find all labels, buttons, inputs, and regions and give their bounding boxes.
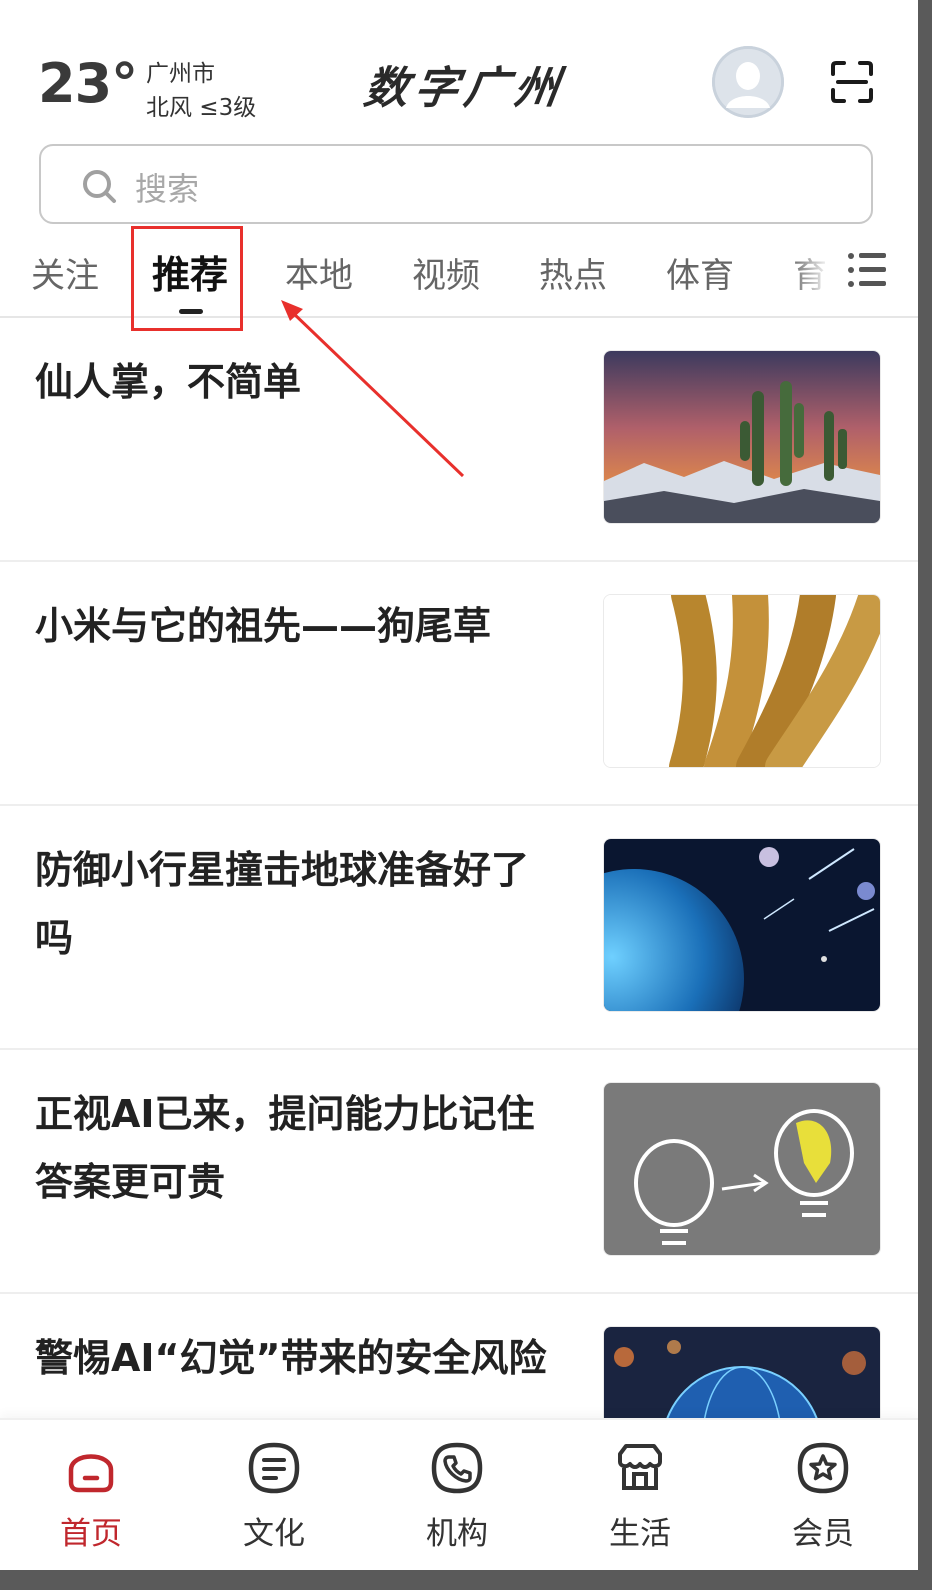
weather-city: 广州市 (146, 61, 215, 87)
weather-temperature: 23° (38, 52, 138, 115)
scan-icon[interactable] (830, 60, 874, 104)
tab-video[interactable]: 视频 (412, 248, 480, 297)
millet-photo (603, 594, 881, 768)
nav-label: 首页 (60, 1516, 122, 1552)
star-icon (797, 1442, 849, 1494)
nav-culture[interactable]: 文化 (214, 1440, 334, 1553)
tab-hot[interactable]: 热点 (539, 248, 607, 297)
app-screen: 23° 广州市 北风 ≤3级 数字广州 搜索 关注 推荐 本地 视频 热点 体育… (0, 0, 918, 1570)
news-title: 正视AI已来，提问能力比记住答案更可贵 (35, 1092, 535, 1204)
search-box[interactable]: 搜索 (39, 144, 873, 224)
store-icon (618, 1444, 662, 1490)
nav-member[interactable]: 会员 (763, 1440, 883, 1553)
news-item[interactable]: 仙人掌，不简单 (0, 318, 918, 562)
news-item[interactable]: 防御小行星撞击地球准备好了吗 (0, 806, 918, 1050)
nav-institution[interactable]: 机构 (397, 1440, 517, 1553)
tab-local[interactable]: 本地 (285, 248, 353, 297)
tabs-fade-overlay (790, 236, 830, 314)
nav-label: 文化 (243, 1516, 305, 1552)
news-title: 小米与它的祖先——狗尾草 (35, 604, 492, 648)
tab-sports[interactable]: 体育 (666, 248, 734, 297)
nav-label: 生活 (609, 1516, 671, 1552)
phone-icon (431, 1442, 483, 1494)
news-title: 仙人掌，不简单 (35, 360, 302, 404)
home-icon (68, 1454, 114, 1493)
avatar-icon (715, 49, 781, 115)
channel-menu-icon[interactable] (846, 250, 888, 290)
nav-home[interactable]: 首页 (31, 1440, 151, 1553)
cactus-photo (603, 350, 881, 524)
nav-life[interactable]: 生活 (580, 1440, 700, 1553)
weather-wind: 北风 ≤3级 (146, 95, 257, 121)
tab-follow[interactable]: 关注 (31, 248, 99, 297)
nav-label: 会员 (792, 1516, 854, 1552)
lightbulb-photo (603, 1082, 881, 1256)
news-item[interactable]: 小米与它的祖先——狗尾草 (0, 562, 918, 806)
annotation-highlight-box (131, 226, 243, 331)
search-icon (83, 170, 116, 203)
avatar-button[interactable] (712, 46, 784, 118)
culture-icon (248, 1442, 300, 1494)
news-item[interactable]: 正视AI已来，提问能力比记住答案更可贵 (0, 1050, 918, 1294)
planet-photo (603, 838, 881, 1012)
nav-label: 机构 (426, 1516, 488, 1552)
news-title: 防御小行星撞击地球准备好了吗 (35, 848, 530, 960)
news-title: 警惕AI“幻觉”带来的安全风险 (35, 1336, 547, 1380)
search-placeholder: 搜索 (135, 170, 200, 208)
app-logo: 数字广州 (360, 63, 568, 114)
bottom-navigation: 首页 文化 机构 生活 会员 (0, 1418, 918, 1570)
